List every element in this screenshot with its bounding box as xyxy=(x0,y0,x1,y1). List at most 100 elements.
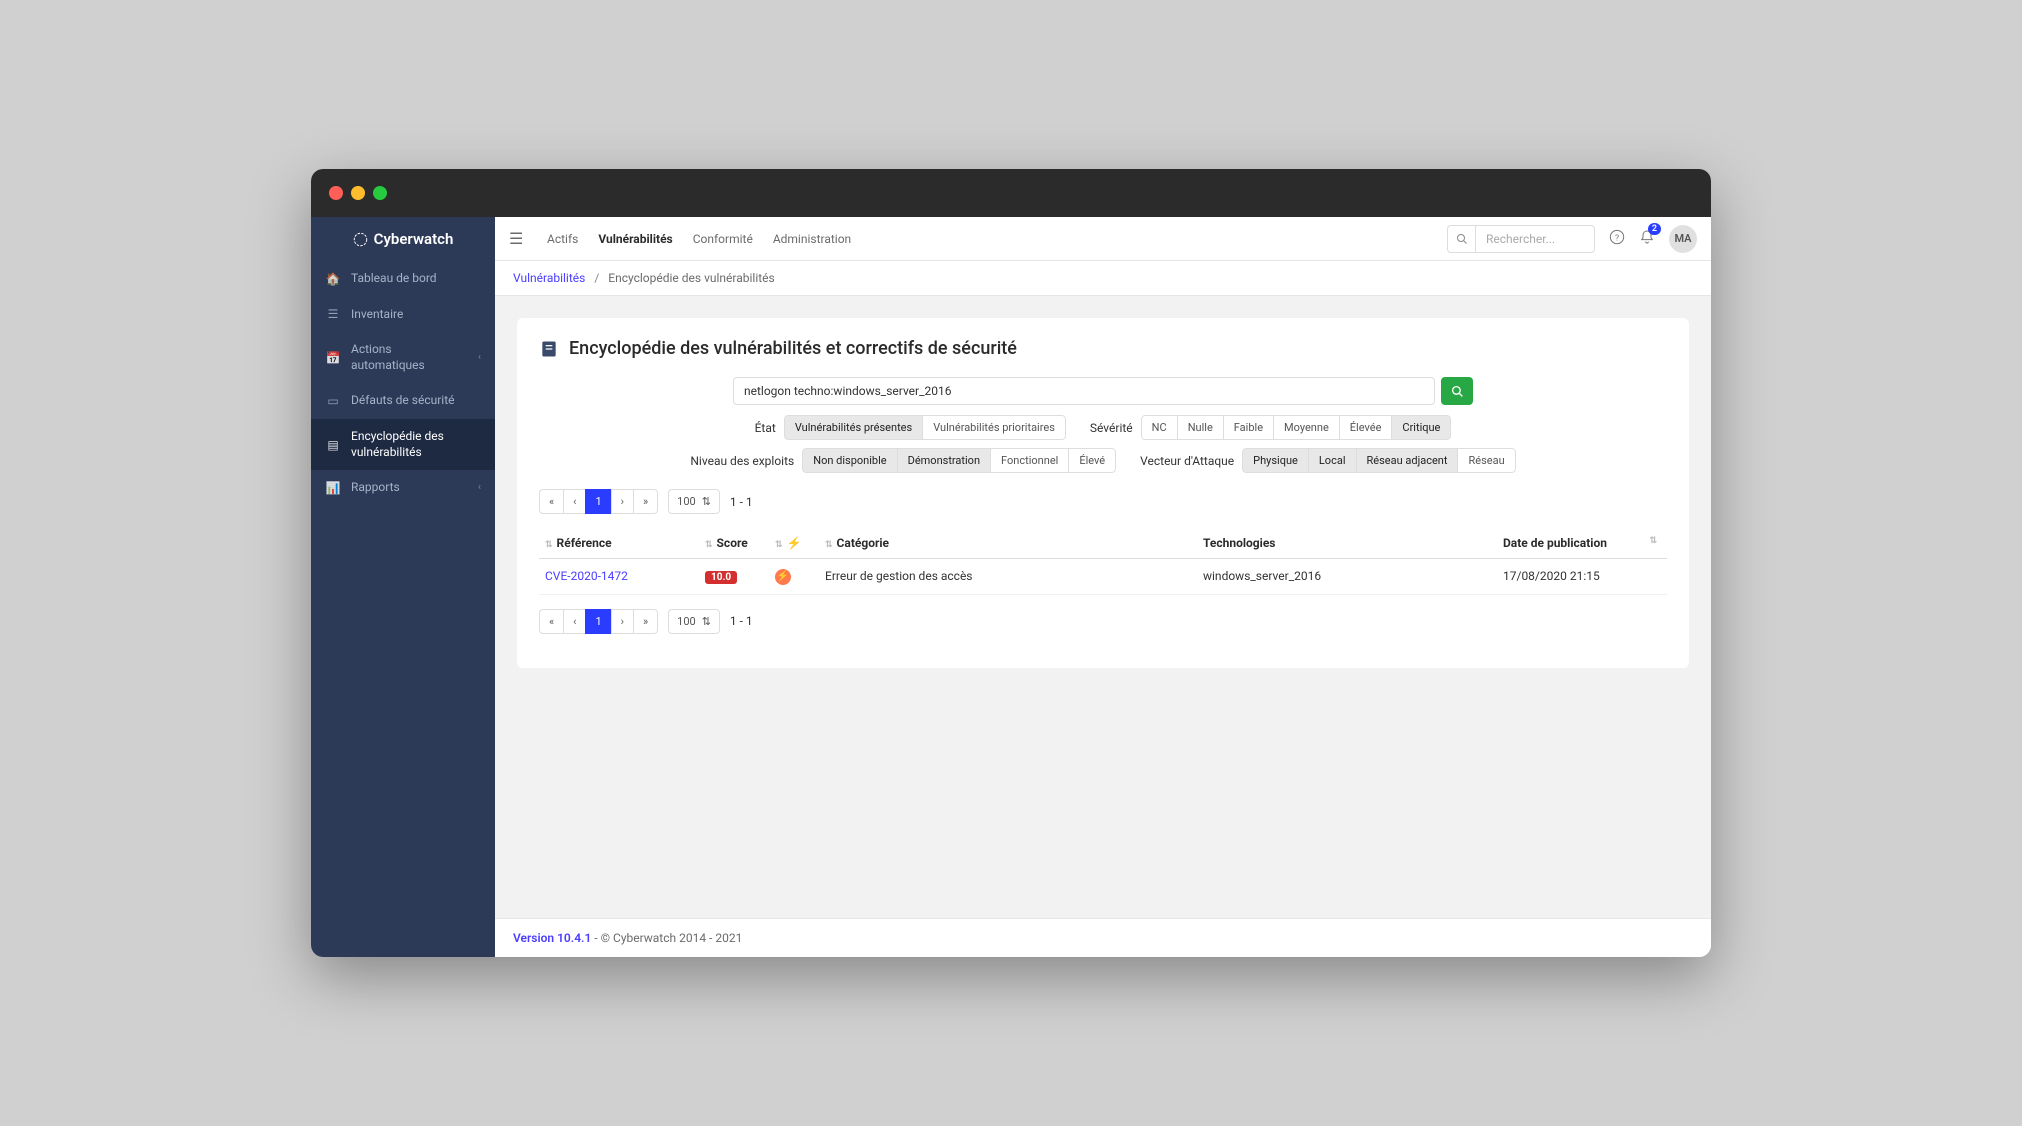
global-search xyxy=(1447,225,1595,253)
sort-icon[interactable]: ⇅ xyxy=(1649,536,1657,546)
global-search-input[interactable] xyxy=(1475,225,1595,253)
content: Encyclopédie des vulnérabilités et corre… xyxy=(495,296,1711,918)
brand-name: Cyberwatch xyxy=(374,230,454,248)
card-title: Encyclopédie des vulnérabilités et corre… xyxy=(539,338,1667,359)
cell-technology: windows_server_2016 xyxy=(1197,559,1497,595)
col-date: Date de publication xyxy=(1503,536,1607,550)
page-prev[interactable]: ‹ xyxy=(563,489,586,514)
nav-vulnerabilities[interactable]: Vulnérabilités xyxy=(598,232,672,246)
filter-sev-high[interactable]: Élevée xyxy=(1339,415,1393,440)
page-first[interactable]: « xyxy=(539,609,564,634)
filter-sev-med[interactable]: Moyenne xyxy=(1273,415,1340,440)
page-size-select[interactable]: 100 ⇅ xyxy=(668,609,720,634)
sidebar-item-label: Actions automatiques xyxy=(351,342,468,373)
page-last[interactable]: » xyxy=(633,609,658,634)
sort-icon[interactable]: ⇅ xyxy=(775,540,783,550)
filter-exp-na[interactable]: Non disponible xyxy=(802,448,897,473)
filter-state-priority[interactable]: Vulnérabilités prioritaires xyxy=(922,415,1066,440)
filter-label: Niveau des exploits xyxy=(690,454,794,468)
filter-label: État xyxy=(755,421,776,435)
close-window-icon[interactable] xyxy=(329,186,343,200)
sidebar-item-dashboard[interactable]: 🏠 Tableau de bord xyxy=(311,261,495,297)
page-current[interactable]: 1 xyxy=(585,609,611,634)
maximize-window-icon[interactable] xyxy=(373,186,387,200)
select-caret-icon: ⇅ xyxy=(702,495,711,508)
pagination-top: « ‹ 1 › » 100 ⇅ 1 - 1 xyxy=(539,489,1667,514)
page-last[interactable]: » xyxy=(633,489,658,514)
filter-exp-high[interactable]: Élevé xyxy=(1068,448,1116,473)
filter-state-present[interactable]: Vulnérabilités présentes xyxy=(784,415,923,440)
sidebar-item-label: Inventaire xyxy=(351,307,481,323)
filter-exploit-level: Niveau des exploits Non disponible Démon… xyxy=(690,448,1116,473)
minimize-window-icon[interactable] xyxy=(351,186,365,200)
cve-link[interactable]: CVE-2020-1472 xyxy=(545,569,628,583)
sidebar-item-auto-actions[interactable]: 📅 Actions automatiques ‹ xyxy=(311,332,495,383)
exploit-available-icon: ⚡ xyxy=(775,569,791,585)
filter-exp-demo[interactable]: Démonstration xyxy=(897,448,991,473)
nav-administration[interactable]: Administration xyxy=(773,232,851,246)
filter-sev-null[interactable]: Nulle xyxy=(1177,415,1224,440)
search-icon xyxy=(1451,385,1464,398)
brand-logo-icon xyxy=(353,232,368,247)
sidebar-item-label: Tableau de bord xyxy=(351,271,481,287)
filter-severity: Sévérité NC Nulle Faible Moyenne Élevée … xyxy=(1090,415,1452,440)
sidebar-item-reports[interactable]: 📊 Rapports ‹ xyxy=(311,470,495,506)
page-next[interactable]: › xyxy=(611,489,634,514)
page-range: 1 - 1 xyxy=(730,495,753,509)
sort-icon[interactable]: ⇅ xyxy=(545,540,553,550)
page-current[interactable]: 1 xyxy=(585,489,611,514)
filter-state: État Vulnérabilités présentes Vulnérabil… xyxy=(755,415,1066,440)
sort-icon[interactable]: ⇅ xyxy=(705,540,713,550)
brand: Cyberwatch xyxy=(311,217,495,261)
nav-assets[interactable]: Actifs xyxy=(547,232,578,246)
sidebar-item-encyclopedia[interactable]: ▤ Encyclopédie des vulnérabilités xyxy=(311,419,495,470)
footer-version: Version 10.4.1 xyxy=(513,931,591,945)
footer-copyright: - © Cyberwatch 2014 - 2021 xyxy=(591,931,742,945)
app-window: Cyberwatch 🏠 Tableau de bord ☰ Inventair… xyxy=(311,169,1711,957)
cell-category: Erreur de gestion des accès xyxy=(819,559,1197,595)
main: ☰ Actifs Vulnérabilités Conformité Admin… xyxy=(495,217,1711,957)
sidebar-item-inventory[interactable]: ☰ Inventaire xyxy=(311,297,495,333)
filter-exp-func[interactable]: Fonctionnel xyxy=(990,448,1069,473)
filter-vec-local[interactable]: Local xyxy=(1308,448,1357,473)
page-first[interactable]: « xyxy=(539,489,564,514)
filter-sev-nc[interactable]: NC xyxy=(1141,415,1178,440)
col-category: Catégorie xyxy=(837,536,890,550)
chevron-left-icon: ‹ xyxy=(478,482,481,493)
pagination-bottom: « ‹ 1 › » 100 ⇅ 1 - 1 xyxy=(539,609,1667,634)
book-icon xyxy=(539,339,559,359)
table-row: CVE-2020-1472 10.0 ⚡ Erreur de gestion d… xyxy=(539,559,1667,595)
search-icon[interactable] xyxy=(1447,225,1475,253)
notifications-button[interactable]: 2 xyxy=(1639,229,1655,249)
sort-icon[interactable]: ⇅ xyxy=(825,540,833,550)
home-icon: 🏠 xyxy=(325,272,341,286)
breadcrumb-current: Encyclopédie des vulnérabilités xyxy=(608,271,774,285)
hamburger-icon[interactable]: ☰ xyxy=(509,229,529,248)
filter-vec-physical[interactable]: Physique xyxy=(1242,448,1309,473)
col-technologies: Technologies xyxy=(1203,536,1275,550)
filter-sev-low[interactable]: Faible xyxy=(1223,415,1274,440)
filter-search-input[interactable] xyxy=(733,377,1435,405)
filter-search-row xyxy=(539,377,1667,405)
page-size-select[interactable]: 100 ⇅ xyxy=(668,489,720,514)
results-table: ⇅Référence ⇅Score ⇅⚡ ⇅Catégorie Technolo… xyxy=(539,528,1667,595)
nav-compliance[interactable]: Conformité xyxy=(693,232,753,246)
card: Encyclopédie des vulnérabilités et corre… xyxy=(517,318,1689,668)
sidebar-item-label: Défauts de sécurité xyxy=(351,393,481,409)
breadcrumb-root[interactable]: Vulnérabilités xyxy=(513,271,585,285)
breadcrumb: Vulnérabilités / Encyclopédie des vulnér… xyxy=(495,261,1711,296)
help-icon[interactable]: ? xyxy=(1609,229,1625,249)
col-score: Score xyxy=(717,536,748,550)
page-next[interactable]: › xyxy=(611,609,634,634)
filter-vec-adjacent[interactable]: Réseau adjacent xyxy=(1356,448,1459,473)
titlebar xyxy=(311,169,1711,217)
page-size-value: 100 xyxy=(677,495,696,508)
user-avatar[interactable]: MA xyxy=(1669,225,1697,253)
filter-attack-vector: Vecteur d'Attaque Physique Local Réseau … xyxy=(1140,448,1516,473)
notification-badge: 2 xyxy=(1648,223,1661,235)
sidebar-item-security-defaults[interactable]: ▭ Défauts de sécurité xyxy=(311,383,495,419)
filter-vec-network[interactable]: Réseau xyxy=(1457,448,1515,473)
filter-sev-crit[interactable]: Critique xyxy=(1391,415,1451,440)
filter-search-button[interactable] xyxy=(1441,377,1473,405)
page-prev[interactable]: ‹ xyxy=(563,609,586,634)
